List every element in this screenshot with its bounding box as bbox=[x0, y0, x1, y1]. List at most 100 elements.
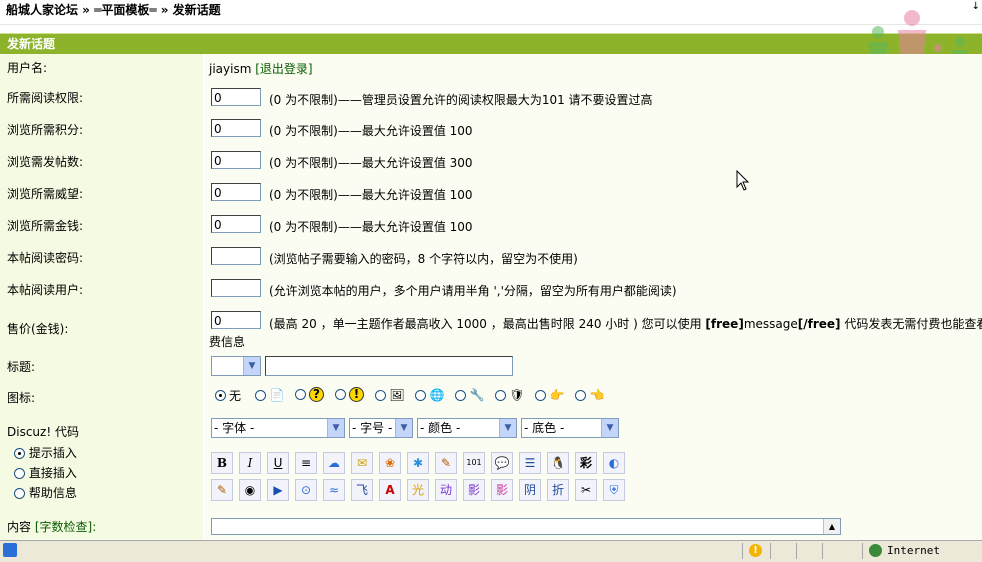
security-button[interactable]: ⛨ bbox=[603, 479, 625, 501]
price-input[interactable]: 0 bbox=[211, 311, 261, 329]
free-tag-close: [/free] bbox=[797, 317, 841, 331]
zone-cell: Internet bbox=[862, 543, 981, 559]
price-hint-wrap: 费信息 bbox=[209, 335, 246, 349]
radio-icon[interactable] bbox=[295, 389, 306, 400]
title-input[interactable] bbox=[265, 356, 513, 376]
warning-icon[interactable]: ! bbox=[749, 544, 762, 557]
align-button[interactable]: ≡ bbox=[295, 452, 317, 474]
globe-icon bbox=[869, 544, 882, 557]
code-button[interactable]: 101 bbox=[463, 452, 485, 474]
icon-option[interactable]: 📄 bbox=[255, 387, 285, 403]
field-row: 本帖阅读用户: (允许浏览本帖的用户，多个用户请用半角 ','分隔，留空为所有用… bbox=[0, 273, 982, 306]
video-button[interactable]: ▶ bbox=[267, 479, 289, 501]
glow-button[interactable]: 光 bbox=[407, 479, 429, 501]
content-textarea[interactable]: ▲ bbox=[211, 518, 841, 535]
price-hint-text-2: 代码发表无需付费也能查看的 bbox=[844, 317, 982, 331]
radio-icon[interactable] bbox=[14, 468, 25, 479]
field-row: 浏览所需威望: 0 (0 为不限制)——最大允许设置值 100 bbox=[0, 177, 982, 210]
icon-option[interactable]: 🖼 bbox=[375, 387, 405, 403]
radio-icon[interactable] bbox=[255, 389, 266, 401]
cut-button[interactable]: ✂ bbox=[575, 479, 597, 501]
shadow-button[interactable]: 影 bbox=[463, 479, 485, 501]
read-password-input[interactable] bbox=[211, 247, 261, 265]
pointer-icon: 👈 bbox=[589, 388, 605, 402]
read-permission-input[interactable]: 0 bbox=[211, 88, 261, 106]
icon-option[interactable]: 🛡 bbox=[495, 387, 525, 403]
color-select[interactable]: - 颜色 - ▼ bbox=[417, 418, 517, 438]
radio-icon[interactable] bbox=[415, 389, 426, 401]
prestige-input[interactable]: 0 bbox=[211, 183, 261, 201]
mode-option[interactable]: 直接插入 bbox=[14, 463, 77, 483]
username-value-cell: jiayism [退出登录] bbox=[203, 54, 982, 81]
hide-button[interactable]: ✎ bbox=[211, 479, 233, 501]
chevron-down-icon: ▼ bbox=[243, 357, 260, 375]
bgcolor-select[interactable]: - 底色 - ▼ bbox=[521, 418, 619, 438]
breadcrumb[interactable]: 船城人家论坛 » ═平面模板═ » 发新话题 bbox=[6, 1, 221, 18]
fly-button[interactable]: 飞 bbox=[351, 479, 373, 501]
field-label: 浏览需发帖数: bbox=[7, 154, 84, 169]
hand-icon: 👉 bbox=[549, 388, 565, 402]
media-button[interactable]: ◐ bbox=[603, 452, 625, 474]
size-select[interactable]: - 字号 - ▼ bbox=[349, 418, 413, 438]
underline-button[interactable]: U bbox=[267, 452, 289, 474]
icon-option[interactable]: 👈 bbox=[575, 387, 605, 403]
mode-option[interactable]: 提示插入 bbox=[14, 443, 77, 463]
radio-icon[interactable] bbox=[535, 389, 546, 401]
credits-input[interactable]: 0 bbox=[211, 119, 261, 137]
email-button[interactable]: ✉ bbox=[351, 452, 373, 474]
scroll-up-icon[interactable]: ▲ bbox=[823, 519, 840, 534]
list-button[interactable]: ☰ bbox=[519, 452, 541, 474]
discuz-code-row: Discuz! 代码 提示插入 直接插入 帮助信息 - 字体 - ▼ - 字号 -… bbox=[0, 413, 982, 514]
post-count-input[interactable]: 0 bbox=[211, 151, 261, 169]
radio-icon[interactable] bbox=[335, 389, 346, 400]
mode-option[interactable]: 帮助信息 bbox=[14, 483, 77, 503]
italic-button[interactable]: I bbox=[239, 452, 261, 474]
title-type-select[interactable]: ▼ bbox=[211, 356, 261, 376]
field-hint: (0 为不限制)——管理员设置允许的阅读权限最大为101 请不要设置过高 bbox=[269, 93, 653, 107]
smilies-button[interactable]: 💬 bbox=[491, 452, 513, 474]
move-button[interactable]: 动 bbox=[435, 479, 457, 501]
flash-button[interactable]: ✱ bbox=[407, 452, 429, 474]
logout-link[interactable]: [退出登录] bbox=[255, 62, 312, 76]
rainbow-button[interactable]: 彩 bbox=[575, 452, 597, 474]
quote-button[interactable]: ✎ bbox=[435, 452, 457, 474]
insert-mode-group: 提示插入 直接插入 帮助信息 bbox=[14, 443, 77, 503]
blur-button[interactable]: 阴 bbox=[519, 479, 541, 501]
icon-option[interactable]: 👉 bbox=[535, 387, 565, 403]
audio-button[interactable]: ◉ bbox=[239, 479, 261, 501]
icon-option[interactable]: ! bbox=[335, 387, 364, 402]
font-effect-button[interactable]: A bbox=[379, 479, 401, 501]
icon-option-none[interactable]: 无 bbox=[215, 387, 241, 404]
font-select[interactable]: - 字体 - ▼ bbox=[211, 418, 345, 438]
username-value: jiayism bbox=[209, 62, 252, 76]
radio-icon[interactable] bbox=[455, 389, 466, 401]
read-users-input[interactable] bbox=[211, 279, 261, 297]
top-bar: 船城人家论坛 » ═平面模板═ » 发新话题 ↓ bbox=[0, 0, 982, 22]
word-count-link[interactable]: [字数检查]: bbox=[35, 518, 96, 535]
field-row: 本帖阅读密码: (浏览帖子需要输入的密码，8 个字符以内，留空为不使用) bbox=[0, 241, 982, 274]
fold-button[interactable]: 折 bbox=[547, 479, 569, 501]
icon-option[interactable]: ? bbox=[295, 387, 324, 402]
free-tag-content: message bbox=[743, 317, 798, 331]
icon-option[interactable]: 🔧 bbox=[455, 387, 485, 403]
color-select-value: - 颜色 - bbox=[420, 421, 461, 435]
content-row: 内容 [字数检查]: ▲ bbox=[0, 513, 982, 541]
radio-icon[interactable] bbox=[375, 389, 386, 401]
chevron-down-icon: ▼ bbox=[601, 419, 618, 437]
radio-icon[interactable] bbox=[215, 390, 226, 401]
url-button[interactable]: ☁ bbox=[323, 452, 345, 474]
radio-icon[interactable] bbox=[14, 488, 25, 499]
radio-icon[interactable] bbox=[575, 389, 586, 401]
radio-icon[interactable] bbox=[495, 389, 506, 401]
icon-option[interactable]: 🌐 bbox=[415, 387, 445, 403]
picture-icon: 🖼 bbox=[389, 388, 405, 402]
wave-button[interactable]: ≈ bbox=[323, 479, 345, 501]
image-button[interactable]: ❀ bbox=[379, 452, 401, 474]
radio-icon[interactable] bbox=[14, 448, 25, 459]
realplayer-button[interactable]: ⊙ bbox=[295, 479, 317, 501]
qq-button[interactable]: 🐧 bbox=[547, 452, 569, 474]
field-label: 本帖阅读密码: bbox=[7, 250, 84, 265]
shadow2-button[interactable]: 影 bbox=[491, 479, 513, 501]
money-input[interactable]: 0 bbox=[211, 215, 261, 233]
bold-button[interactable]: B bbox=[211, 452, 233, 474]
